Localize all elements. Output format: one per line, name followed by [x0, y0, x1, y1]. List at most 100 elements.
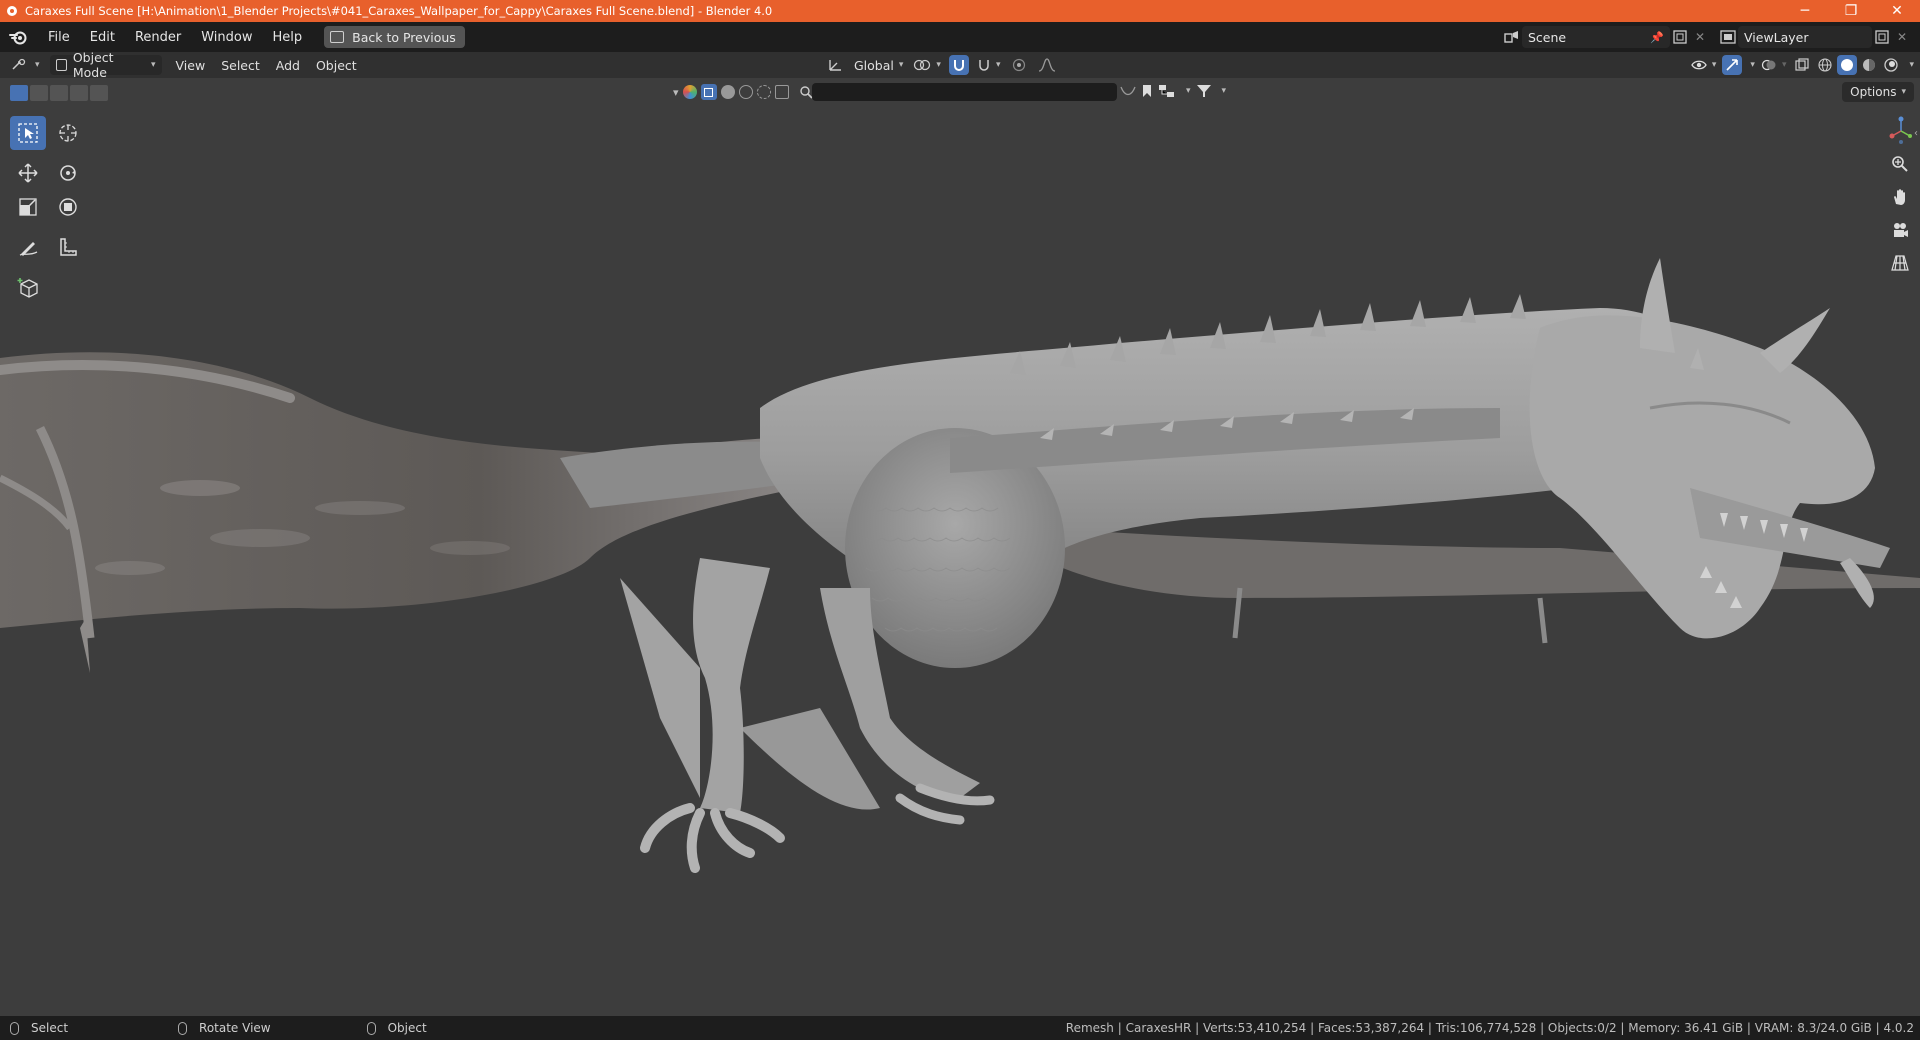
chevron-down-icon: ▾: [35, 60, 40, 70]
measure-tool-icon[interactable]: [50, 230, 86, 264]
falloff-curve-icon[interactable]: [1034, 55, 1060, 75]
menu-render[interactable]: Render: [125, 22, 191, 52]
menu-window[interactable]: Window: [191, 22, 262, 52]
back-to-previous-button[interactable]: Back to Previous: [324, 26, 465, 48]
chevron-down-icon[interactable]: ▾: [673, 86, 679, 99]
view-layer-field[interactable]: ViewLayer: [1738, 26, 1872, 48]
filter-funnel-icon[interactable]: [1196, 84, 1212, 98]
visibility-eye-icon[interactable]: ▾: [1688, 55, 1720, 75]
sidebar-toggle-icon[interactable]: ‹: [1914, 128, 1918, 139]
chevron-down-icon[interactable]: ▾: [1750, 60, 1755, 70]
scene-type-icon[interactable]: [1502, 26, 1522, 48]
chevron-down-icon[interactable]: ▾: [1186, 86, 1191, 96]
move-tool-icon[interactable]: [10, 156, 46, 190]
status-bar: Select Rotate View Object Remesh | Carax…: [0, 1016, 1920, 1040]
add-cube-tool-icon[interactable]: [10, 270, 46, 304]
transform-controls: Global ▾ ▾ ▾: [824, 55, 1060, 75]
new-scene-icon[interactable]: [1670, 26, 1690, 48]
scene-name-field[interactable]: Scene 📌: [1522, 26, 1670, 48]
blender-logo-icon[interactable]: [8, 27, 28, 47]
annotate-tool-icon[interactable]: [10, 230, 46, 264]
xray-toggle-icon[interactable]: [1792, 55, 1812, 75]
select-subtract-icon[interactable]: [50, 85, 68, 101]
material-preview-icon[interactable]: [1859, 55, 1879, 75]
object-type-filter-icon[interactable]: [682, 85, 697, 99]
back-to-previous-label: Back to Previous: [352, 29, 456, 45]
blender-app-icon: [7, 6, 17, 16]
cursor-tool-icon[interactable]: [50, 116, 86, 150]
chevron-down-icon[interactable]: ▾: [1909, 60, 1914, 70]
scene-statistics: Remesh | CaraxesHR | Verts:53,410,254 | …: [1065, 1021, 1914, 1035]
status-select-hint: Select: [10, 1021, 68, 1035]
snap-target-icon[interactable]: ▾: [973, 55, 1005, 75]
material-filter-icon[interactable]: [720, 85, 735, 99]
editor-type-icon[interactable]: ▾: [0, 55, 46, 75]
chevron-down-icon: ▾: [151, 60, 156, 70]
hierarchy-icon[interactable]: [1158, 84, 1176, 98]
viewport-display-controls: ▾ ▾ ▾ ▾: [1688, 55, 1914, 75]
select-box-tool-icon[interactable]: [10, 116, 46, 150]
overlays-icon[interactable]: ▾: [1758, 55, 1790, 75]
rotate-tool-icon[interactable]: [50, 156, 86, 190]
3d-viewport[interactable]: [0, 108, 1920, 1016]
perspective-toggle-icon[interactable]: [1886, 249, 1914, 277]
zoom-icon[interactable]: [1886, 150, 1914, 178]
delete-scene-icon[interactable]: ✕: [1690, 26, 1710, 48]
mesh-filter-icon[interactable]: [700, 84, 717, 100]
navigation-gizmos: [1886, 150, 1916, 282]
camera-filter-icon[interactable]: [774, 85, 789, 99]
transform-orientation-dropdown[interactable]: Global ▾: [852, 55, 905, 75]
view-layer-icon[interactable]: [1718, 26, 1738, 48]
options-label: Options: [1850, 85, 1897, 99]
minimize-button[interactable]: ─: [1782, 0, 1828, 22]
wireframe-shading-icon[interactable]: [1815, 55, 1835, 75]
light-filter-icon[interactable]: [738, 85, 753, 99]
window-title: Caraxes Full Scene [H:\Animation\1_Blend…: [25, 4, 773, 18]
select-intersect-icon[interactable]: [90, 85, 108, 101]
menu-edit[interactable]: Edit: [80, 22, 125, 52]
scene-name: Scene: [1528, 29, 1567, 45]
status-rotate-label: Rotate View: [199, 1021, 271, 1035]
select-invert-icon[interactable]: [70, 85, 88, 101]
restore-button[interactable]: ❐: [1828, 0, 1874, 22]
chevron-down-icon: ▾: [995, 60, 1001, 70]
chevron-down-icon: ▾: [1781, 60, 1787, 70]
select-new-icon[interactable]: [10, 85, 28, 101]
menu-add[interactable]: Add: [268, 55, 308, 75]
transform-tool-icon[interactable]: [50, 190, 86, 224]
delete-view-layer-icon[interactable]: ✕: [1892, 26, 1912, 48]
snap-toggle-icon[interactable]: [948, 55, 969, 75]
solid-shading-icon[interactable]: [1837, 55, 1858, 75]
curve-icon[interactable]: [1120, 84, 1136, 98]
menu-view[interactable]: View: [168, 55, 214, 75]
object-mode-dropdown[interactable]: Object Mode ▾: [49, 50, 162, 80]
select-extend-icon[interactable]: [30, 85, 48, 101]
gizmo-toggle-icon[interactable]: [1722, 55, 1743, 75]
status-object-hint: Object: [366, 1021, 427, 1035]
object-mode-label: Object Mode: [72, 50, 114, 80]
chevron-down-icon[interactable]: ▾: [1222, 86, 1227, 96]
back-screen-icon: [330, 31, 345, 43]
proportional-edit-icon[interactable]: [1008, 55, 1030, 75]
outliner-filter-icons: ▾: [668, 84, 813, 100]
new-view-layer-icon[interactable]: [1872, 26, 1892, 48]
bookmark-icon[interactable]: [1141, 84, 1153, 98]
options-dropdown[interactable]: Options ▾: [1842, 82, 1914, 102]
shading-modes: [1815, 55, 1901, 75]
world-filter-icon[interactable]: [756, 85, 771, 99]
close-button[interactable]: ✕: [1874, 0, 1920, 22]
menu-object[interactable]: Object: [308, 55, 365, 75]
scale-tool-icon[interactable]: [10, 190, 46, 224]
viewport-search-input[interactable]: [812, 83, 1117, 101]
rendered-shading-icon[interactable]: [1881, 55, 1901, 75]
pin-icon[interactable]: 📌: [1650, 31, 1664, 44]
menu-help[interactable]: Help: [263, 22, 313, 52]
menu-file[interactable]: File: [38, 22, 80, 52]
camera-view-icon[interactable]: [1886, 216, 1914, 244]
pivot-point-icon[interactable]: ▾: [909, 55, 945, 75]
axis-gizmo[interactable]: [1886, 116, 1916, 146]
orientation-icon[interactable]: [824, 55, 848, 75]
menu-select[interactable]: Select: [213, 55, 268, 75]
top-menu-bar: File Edit Render Window Help Back to Pre…: [0, 22, 1920, 52]
pan-hand-icon[interactable]: [1886, 183, 1914, 211]
